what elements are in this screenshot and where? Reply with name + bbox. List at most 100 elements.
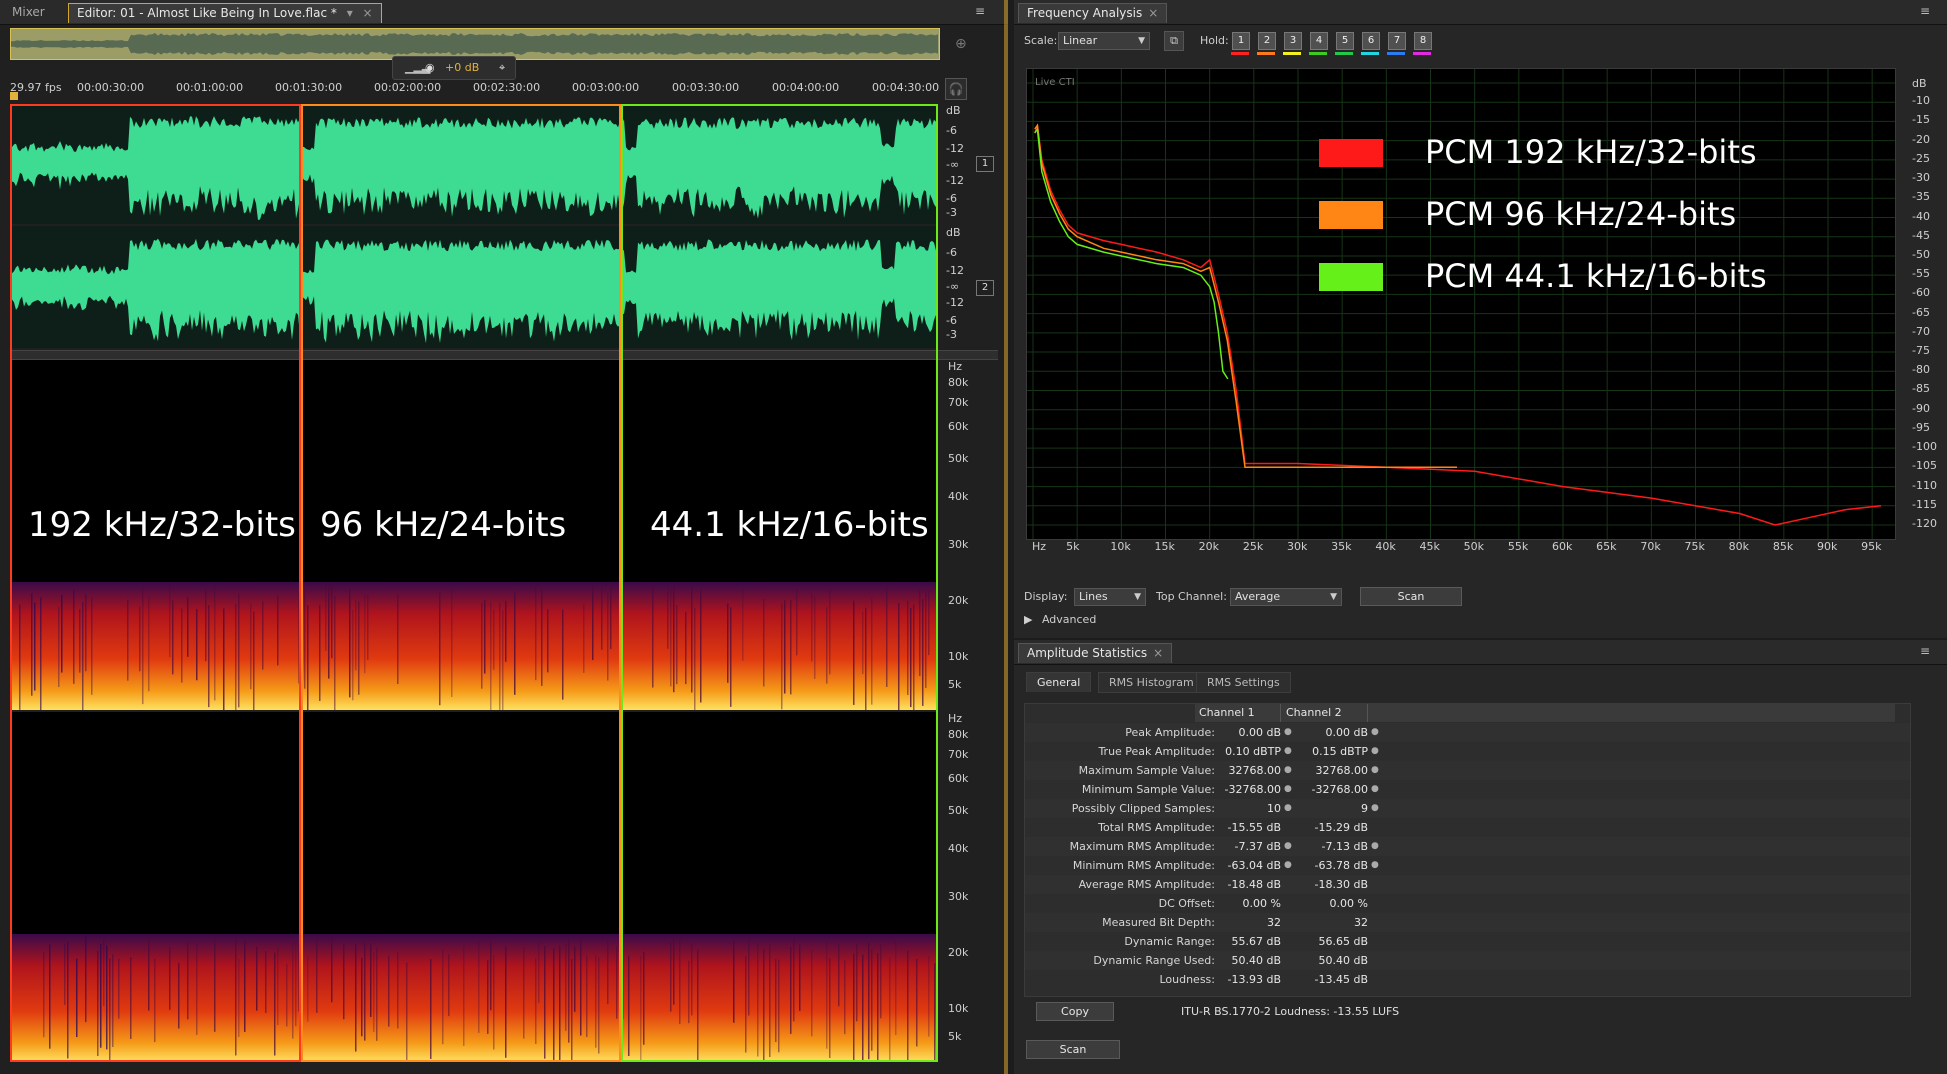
goto-marker-icon[interactable]: ● <box>1371 780 1379 799</box>
hud-gain-control[interactable]: ▁▂▃ ◉ +0 dB ⌖ <box>392 56 516 80</box>
goto-marker-icon[interactable]: ● <box>1284 761 1292 780</box>
panel-menu-icon[interactable]: ≡ <box>1920 4 1930 18</box>
hold-button-6[interactable]: 6 <box>1362 32 1380 50</box>
tab-mixer[interactable]: Mixer <box>4 3 53 22</box>
tab-rms-histogram[interactable]: RMS Histogram <box>1098 672 1205 693</box>
goto-marker-icon[interactable]: ● <box>1371 723 1379 742</box>
goto-marker-icon[interactable]: ● <box>1371 837 1379 856</box>
playhead-marker[interactable] <box>10 92 18 100</box>
channel-2-value[interactable]: 50.40 dB <box>1282 951 1368 970</box>
goto-marker-icon[interactable]: ● <box>1284 799 1292 818</box>
channel-1-value[interactable]: 32768.00 <box>1195 761 1282 780</box>
legend-swatch <box>1319 139 1383 167</box>
channel-1-value[interactable]: -63.04 dB <box>1195 856 1282 875</box>
table-row: Minimum RMS Amplitude: -63.04 dB -63.78 dB… <box>1025 856 1910 875</box>
copy-graph-icon[interactable]: ⧉ <box>1164 31 1184 51</box>
channel-2-value[interactable]: -7.13 dB <box>1282 837 1369 856</box>
tab-editor[interactable]: Editor: 01 - Almost Like Being In Love.f… <box>68 3 382 23</box>
display-select[interactable]: Lines ▼ <box>1074 588 1146 606</box>
hold-button-7[interactable]: 7 <box>1388 32 1406 50</box>
hold-button-4[interactable]: 4 <box>1310 32 1328 50</box>
x-tick-label: 20k <box>1198 540 1220 553</box>
hold-button-2[interactable]: 2 <box>1258 32 1276 50</box>
channel-2-value[interactable]: 32 <box>1282 913 1368 932</box>
top-channel-select[interactable]: Average ▼ <box>1230 588 1342 606</box>
channel-2-value[interactable]: -15.29 dB <box>1282 818 1369 837</box>
db-label: -3 <box>946 206 957 219</box>
channel-1-value[interactable]: 55.67 dB <box>1195 932 1281 951</box>
db-label: -12 <box>946 296 964 309</box>
table-row: Maximum RMS Amplitude: -7.37 dB -7.13 dB ● ● <box>1025 837 1910 856</box>
db-label: -∞ <box>946 158 960 171</box>
freq-scan-button[interactable]: Scan <box>1360 587 1462 606</box>
channel-1-value[interactable]: -15.55 dB <box>1195 818 1282 837</box>
copy-button[interactable]: Copy <box>1036 1002 1114 1021</box>
series-line <box>1034 123 1457 469</box>
goto-marker-icon[interactable]: ● <box>1284 837 1292 856</box>
close-icon[interactable]: × <box>363 6 373 20</box>
dropdown-icon[interactable]: ▾ <box>347 6 353 20</box>
hold-button-5[interactable]: 5 <box>1336 32 1354 50</box>
channel-1-value[interactable]: 0.00 dB <box>1195 723 1281 742</box>
channel-1-value[interactable]: -7.37 dB <box>1195 837 1282 856</box>
goto-marker-icon[interactable]: ● <box>1284 723 1292 742</box>
advanced-toggle[interactable]: ▶ Advanced <box>1024 613 1096 626</box>
goto-marker-icon[interactable]: ● <box>1371 761 1379 780</box>
channel-1-value[interactable]: 32 <box>1195 913 1281 932</box>
goto-marker-icon[interactable]: ● <box>1371 799 1379 818</box>
panel-menu-icon[interactable]: ≡ <box>1920 644 1930 658</box>
tab-general[interactable]: General <box>1026 672 1092 692</box>
channel-2-value[interactable]: -13.45 dB <box>1282 970 1369 989</box>
channel-1-value[interactable]: -32768.00 <box>1195 780 1281 799</box>
channel-1-value[interactable]: 50.40 dB <box>1195 951 1281 970</box>
column-header-channel-1[interactable]: Channel 1 <box>1195 704 1281 722</box>
ruler-tick: 00:03:00:00 <box>572 81 640 94</box>
goto-marker-icon[interactable]: ● <box>1284 856 1292 875</box>
column-header-channel-2[interactable]: Channel 2 <box>1282 704 1368 722</box>
channel-2-value[interactable]: -32768.00 <box>1282 780 1368 799</box>
tab-frequency-analysis[interactable]: Frequency Analysis × <box>1018 3 1168 23</box>
tab-amplitude-statistics[interactable]: Amplitude Statistics × <box>1018 643 1173 663</box>
channel-2-value[interactable]: 0.15 dBTP <box>1282 742 1368 761</box>
hold-color-swatch <box>1309 52 1327 55</box>
channel-1-value[interactable]: 10 <box>1195 799 1281 818</box>
zoom-fit-icon[interactable]: ⊕ <box>955 36 967 52</box>
channel-2-value[interactable]: -18.30 dB <box>1282 875 1369 894</box>
channel-2-value[interactable]: 56.65 dB <box>1282 932 1368 951</box>
y-tick-label: -75 <box>1912 344 1930 358</box>
channel-2-value[interactable]: 9 <box>1282 799 1368 818</box>
pin-icon[interactable]: ⌖ <box>499 57 505 79</box>
panel-menu-icon[interactable]: ≡ <box>975 4 985 18</box>
headphones-icon[interactable]: 🎧 <box>945 78 967 100</box>
goto-marker-icon[interactable]: ● <box>1371 856 1379 875</box>
hold-button-8[interactable]: 8 <box>1414 32 1432 50</box>
hold-button-3[interactable]: 3 <box>1284 32 1302 50</box>
y-tick-label: -70 <box>1912 324 1930 338</box>
channel-1-value[interactable]: -18.48 dB <box>1195 875 1282 894</box>
tab-rms-settings[interactable]: RMS Settings <box>1196 672 1291 693</box>
channel-1-value[interactable]: 0.00 % <box>1195 894 1281 913</box>
hold-button-1[interactable]: 1 <box>1232 32 1250 50</box>
goto-marker-icon[interactable]: ● <box>1284 742 1292 761</box>
frequency-plot[interactable]: Live CTI PCM 192 kHz/32-bits PCM 96 kHz/2… <box>1026 68 1896 540</box>
channel-2-value[interactable]: 32768.00 <box>1282 761 1369 780</box>
goto-marker-icon[interactable]: ● <box>1284 780 1292 799</box>
goto-marker-icon[interactable]: ● <box>1371 742 1379 761</box>
channel-2-value[interactable]: 0.00 dB <box>1282 723 1368 742</box>
channel-1-value[interactable]: 0.10 dBTP <box>1195 742 1281 761</box>
channel-2-value[interactable]: -63.78 dB <box>1282 856 1369 875</box>
section-44-border <box>621 104 938 1062</box>
amp-scan-button[interactable]: Scan <box>1026 1040 1120 1059</box>
time-ruler[interactable]: 29.97 fps 00:00:30:00 00:01:00:00 00:01:… <box>10 78 939 100</box>
channel-1-value[interactable]: -13.93 dB <box>1195 970 1282 989</box>
scale-select[interactable]: Linear ▼ <box>1058 32 1150 50</box>
channel-1-toggle[interactable]: 1 <box>976 156 994 172</box>
channel-2-toggle[interactable]: 2 <box>976 280 994 296</box>
chevron-down-icon: ▼ <box>1134 592 1141 602</box>
knob-icon[interactable]: ◉ <box>425 57 435 79</box>
close-icon[interactable]: × <box>1153 646 1163 660</box>
table-row: Dynamic Range Used: 50.40 dB 50.40 dB <box>1025 951 1910 970</box>
close-icon[interactable]: × <box>1148 6 1158 20</box>
channel-2-value[interactable]: 0.00 % <box>1282 894 1368 913</box>
hold-color-swatch <box>1257 52 1275 55</box>
